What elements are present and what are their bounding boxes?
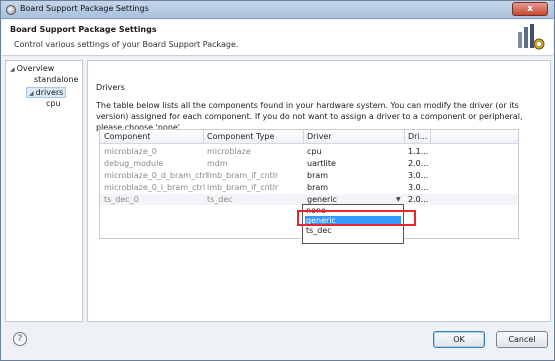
column-divider[interactable]: [303, 130, 304, 144]
table-row[interactable]: microblaze_0_d_bram_ctrl lmb_bram_if_cnt…: [100, 170, 518, 181]
cancel-button[interactable]: Cancel: [496, 331, 548, 348]
cell-component-type: lmb_bram_if_cntlr: [207, 171, 279, 180]
help-icon[interactable]: ?: [13, 332, 27, 346]
expand-arrow-icon[interactable]: ◢: [29, 90, 34, 97]
cell-component: microblaze_0_d_bram_ctrl: [104, 171, 209, 180]
column-divider[interactable]: [430, 130, 431, 144]
settings-tree: ◢ Overview standalone ◢ drivers cpu: [5, 60, 83, 322]
cell-driver-version[interactable]: 3.0...: [408, 170, 428, 181]
column-divider[interactable]: [203, 130, 204, 144]
column-header-driver[interactable]: Driver: [307, 132, 332, 141]
tree-item-standalone[interactable]: standalone: [34, 75, 78, 84]
cell-driver[interactable]: cpu: [307, 146, 322, 157]
table-row[interactable]: debug_module mdm uartlite 2.0...: [100, 158, 518, 169]
table-header: Component Component Type Driver Dri...: [100, 130, 518, 144]
column-header-component[interactable]: Component: [104, 132, 150, 141]
settings-dialog: Board Support Package Settings x Board S…: [0, 0, 555, 361]
table-row[interactable]: microblaze_0_i_bram_ctrl lmb_bram_if_cnt…: [100, 182, 518, 193]
dropdown-option-ts-dec[interactable]: ts_dec: [305, 226, 401, 236]
annotation-highlight-box: [297, 210, 416, 226]
cell-component-type: lmb_bram_if_cntlr: [207, 183, 279, 192]
cell-driver-version[interactable]: 1.1...: [408, 146, 428, 157]
cell-component-type: microblaze: [207, 147, 251, 156]
column-header-component-type[interactable]: Component Type: [207, 132, 274, 141]
drivers-panel: Drivers The table below lists all the co…: [87, 60, 551, 322]
tree-item-cpu[interactable]: cpu: [46, 99, 61, 108]
cell-driver[interactable]: uartlite: [307, 158, 336, 169]
cell-driver-version[interactable]: 2.0...: [408, 158, 428, 169]
cell-component-type: mdm: [207, 159, 228, 168]
cell-component: microblaze_0_i_bram_ctrl: [104, 183, 206, 192]
column-header-driver-version[interactable]: Dri...: [408, 132, 427, 141]
drivers-section-label: Drivers: [96, 83, 125, 92]
cell-component: microblaze_0: [104, 147, 157, 156]
table-row[interactable]: microblaze_0 microblaze cpu 1.1...: [100, 146, 518, 157]
tree-item-drivers[interactable]: ◢ drivers: [26, 87, 67, 98]
header-subtitle: Control various settings of your Board S…: [14, 40, 239, 49]
cell-component-type: ts_dec: [207, 195, 233, 204]
close-button[interactable]: x: [512, 2, 548, 16]
ok-button[interactable]: OK: [433, 331, 485, 348]
dialog-header: Board Support Package Settings Control v…: [2, 20, 553, 56]
cell-component: ts_dec_0: [104, 195, 139, 204]
bsp-banner-icon: [518, 24, 545, 50]
app-icon: [6, 5, 16, 15]
column-divider[interactable]: [404, 130, 405, 144]
cell-driver[interactable]: bram: [307, 182, 328, 193]
cell-driver[interactable]: bram: [307, 170, 328, 181]
tree-item-overview[interactable]: ◢ Overview: [10, 64, 54, 73]
cell-component: debug_module: [104, 159, 164, 168]
window-title: Board Support Package Settings: [20, 4, 149, 13]
cell-driver-version[interactable]: 2.0...: [408, 194, 428, 205]
cell-driver-version[interactable]: 3.0...: [408, 182, 428, 193]
header-title: Board Support Package Settings: [10, 25, 157, 34]
expand-arrow-icon[interactable]: ◢: [10, 66, 15, 73]
title-bar: Board Support Package Settings x: [1, 1, 554, 19]
